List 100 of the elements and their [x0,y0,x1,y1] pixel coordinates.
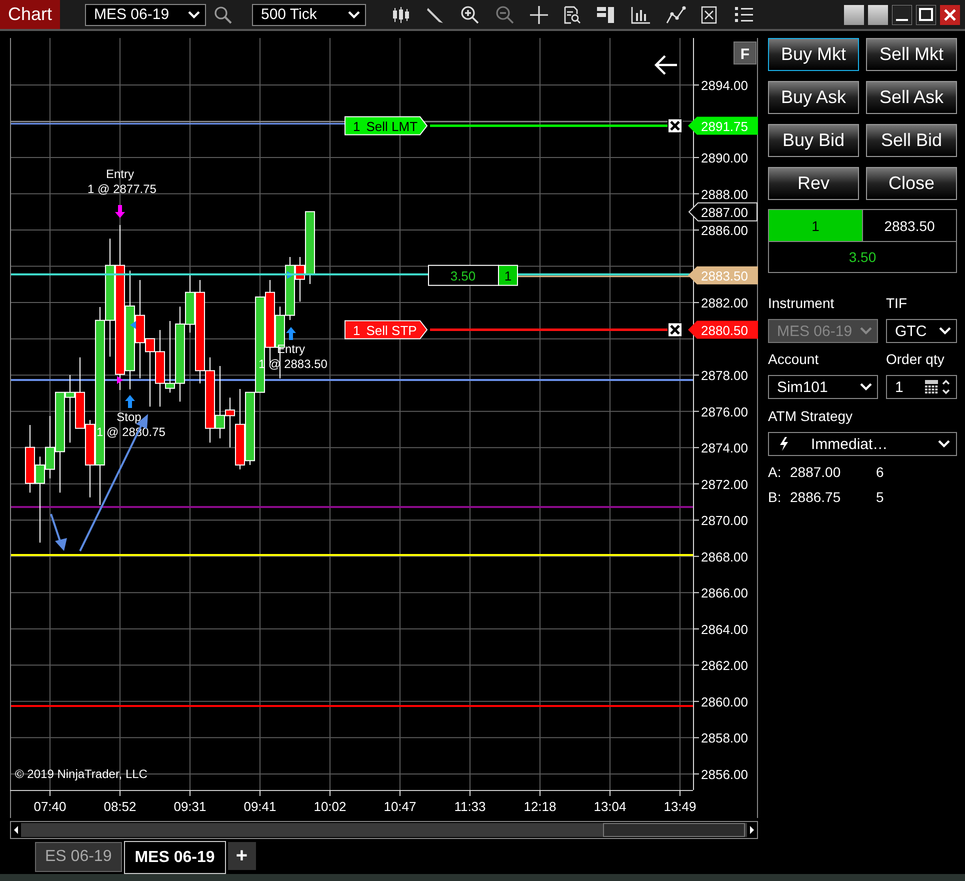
price-label: 2882.00 [701,296,748,311]
time-label: 09:31 [174,799,206,814]
arrow [50,514,67,551]
time-label: 10:47 [384,799,416,814]
field-label: Account [768,351,820,367]
search-icon[interactable] [214,6,232,24]
add-tab-button[interactable]: + [228,842,256,870]
field-label: Order qty [886,351,946,367]
lightning-icon [779,437,789,451]
maximize-icon[interactable] [916,4,936,24]
execution-triangle-icon [117,376,123,384]
price-label: 2858.00 [701,730,748,746]
quantity-field[interactable]: 1 [886,375,957,399]
interval-dropdown[interactable]: 500 Tick [252,4,366,26]
chevron-icon [860,383,872,391]
price-label: 2890.00 [701,150,748,166]
price-label: 2874.00 [701,440,748,456]
execution-label: Entry [106,167,134,181]
field-label: ATM Strategy [768,408,854,424]
dropdown[interactable]: GTC [886,319,957,343]
execution-triangle-icon [130,321,136,329]
chevron-icon [188,10,200,18]
time-label: 08:52 [104,799,136,814]
price-label: 2886.00 [701,223,748,238]
chevron-icon [939,327,951,335]
zoom-out-icon[interactable] [495,4,515,24]
time-label: 07:40 [34,799,66,814]
chevron-icon [860,327,872,335]
price-label: 2864.00 [701,622,748,637]
price-label: 2876.00 [701,404,748,420]
position-quantity: 1 [769,210,863,242]
order-button[interactable]: Rev [768,167,859,200]
time-label: 12:18 [524,799,556,814]
order-button[interactable]: Sell Mkt [866,38,957,71]
price-label: 2872.00 [701,476,748,492]
copyright-text: © 2019 NinjaTrader, LLC [15,767,148,781]
tab[interactable]: ES 06-19 [35,842,122,872]
calculator-icon[interactable] [925,380,938,394]
up-arrow-icon [286,327,296,340]
time-label: 10:02 [314,799,346,814]
price-label: 2866.00 [701,586,748,601]
position-quantity[interactable]: 1 [498,264,518,286]
bar-chart-icon[interactable] [631,6,651,24]
candle [25,424,35,494]
price-label: 2888.00 [701,186,748,202]
price-label: 2856.00 [701,766,748,782]
line-chart-icon[interactable] [666,6,686,24]
window-button[interactable] [844,4,864,24]
execution-label: Stop [116,410,142,424]
field-label: Instrument [768,295,836,311]
list-icon[interactable] [734,6,754,24]
formula-icon[interactable] [701,6,719,24]
order-label[interactable]: 1 Sell LMT [344,116,428,136]
zoom-in-icon[interactable] [460,4,480,24]
price-label: 2870.00 [701,513,748,528]
spinner-arrows-icon[interactable] [941,378,951,396]
chevron-icon [938,440,950,448]
quote-side: B: [768,489,782,505]
order-label[interactable]: 1 Sell STP [344,320,428,340]
position-pnl: 3.50 [848,248,878,267]
price-label: 2860.00 [701,694,748,710]
candlestick-icon[interactable] [392,6,410,24]
order-button[interactable]: Buy Mkt [768,38,859,71]
execution-detail: 1 @ 2877.75 [88,182,156,196]
time-label: 09:41 [244,799,276,814]
cancel-order-button[interactable] [668,322,682,338]
crosshair-icon[interactable] [530,6,548,24]
order-button[interactable]: Sell Ask [866,81,957,114]
order-button[interactable]: Sell Bid [866,124,957,157]
down-arrow-icon [115,205,125,218]
atm-strategy-dropdown[interactable]: Immediat… [768,432,957,456]
order-button[interactable]: Buy Bid [768,124,859,157]
execution-triangle-icon [287,271,293,279]
quote-size: 6 [876,464,884,480]
price-label: 2868.00 [701,549,748,564]
dropdown[interactable]: Sim101 [768,375,878,399]
scrollbar-thumb[interactable] [603,823,745,837]
document-search-icon[interactable] [563,6,581,24]
tab[interactable]: MES 06-19 [124,841,226,874]
candle [285,256,295,320]
back-arrow-icon[interactable] [654,54,678,76]
field-label: TIF [886,295,908,311]
price-flag: 2887.00 [688,202,758,222]
panel-layout-icon[interactable] [596,6,616,24]
price-label: 2862.00 [701,658,748,674]
time-label: 13:49 [664,799,696,814]
window-button[interactable] [868,4,888,24]
cancel-order-button[interactable] [668,118,682,134]
order-button[interactable]: Buy Ask [768,81,859,114]
chevron-icon [348,10,360,18]
average-price: 2883.50 [863,210,956,242]
instrument-dropdown[interactable]: MES 06-19 [85,4,206,26]
quote-price: 2887.00 [790,464,842,480]
time-label: 13:04 [594,799,626,814]
scale-button[interactable]: F [734,42,756,64]
minimize-icon[interactable] [892,4,912,24]
scrollbar[interactable] [10,821,758,839]
close-icon[interactable] [940,4,960,24]
window-title: Chart [0,0,60,29]
order-button[interactable]: Close [866,167,957,200]
